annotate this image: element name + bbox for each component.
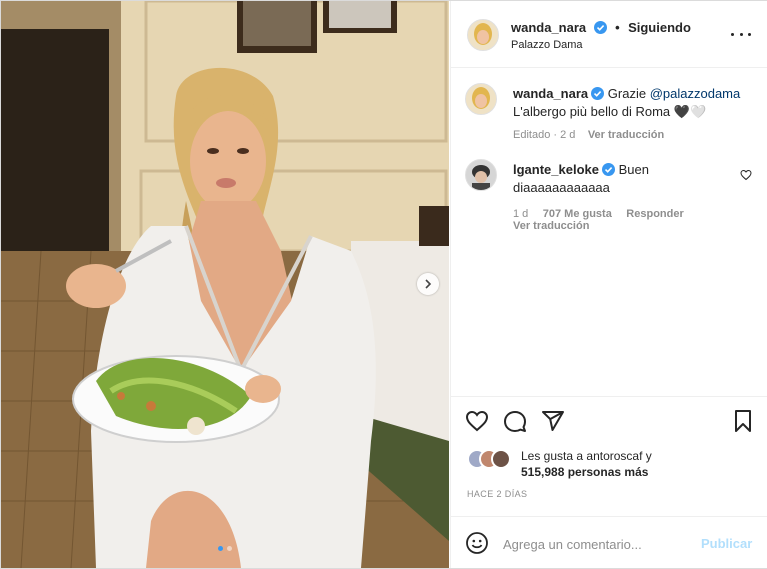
carousel-indicator bbox=[1, 546, 449, 551]
comment-input[interactable] bbox=[501, 533, 695, 555]
heart-icon[interactable] bbox=[465, 409, 489, 433]
caption-mention[interactable]: @palazzodama bbox=[650, 86, 741, 101]
post-location[interactable]: Palazzo Dama bbox=[511, 39, 583, 51]
post-timestamp[interactable]: HACE 2 DÍAS bbox=[467, 489, 527, 499]
likes-count[interactable]: 515,988 personas más bbox=[521, 465, 648, 479]
bookmark-icon[interactable] bbox=[731, 409, 755, 433]
comment-time: 1 d bbox=[513, 208, 529, 220]
caption-translate-link[interactable]: Ver traducción bbox=[588, 129, 664, 141]
verified-icon bbox=[593, 21, 607, 34]
comment-text: lgante_keloke Buen diaaaaaaaaaaaa bbox=[513, 161, 733, 197]
commenter-username[interactable]: lgante_keloke bbox=[513, 162, 599, 177]
more-icon bbox=[731, 32, 734, 36]
carousel-dot-1 bbox=[218, 546, 223, 551]
publish-button[interactable]: Publicar bbox=[701, 536, 752, 551]
next-slide-button[interactable] bbox=[417, 273, 439, 295]
caption-username[interactable]: wanda_nara bbox=[513, 86, 588, 101]
comment-likes[interactable]: 707 Me gusta bbox=[543, 208, 612, 220]
comment-icon[interactable] bbox=[503, 409, 527, 433]
share-icon[interactable] bbox=[541, 409, 565, 433]
avatar-image bbox=[468, 20, 498, 50]
caption-avatar[interactable] bbox=[465, 83, 497, 115]
header-separator: • bbox=[615, 20, 620, 35]
verified-icon bbox=[602, 163, 615, 176]
liker-username[interactable]: antoroscaf bbox=[586, 449, 642, 463]
comment-body-start: Buen bbox=[618, 162, 649, 177]
comment-translate-link[interactable]: Ver traducción bbox=[513, 220, 589, 232]
caption-edited-time: Editado · 2 d bbox=[513, 129, 576, 141]
post-header: wanda_nara • Siguiendo Palazzo Dama bbox=[451, 1, 767, 68]
caption-line2: L'albergo più bello di Roma bbox=[513, 104, 671, 119]
comment-body-line2: diaaaaaaaaaaaa bbox=[513, 180, 610, 195]
caption-text: wanda_nara Grazie @palazzodama L'albergo… bbox=[513, 85, 753, 121]
liker-avatars bbox=[467, 449, 517, 469]
post-dialog: wanda_nara • Siguiendo Palazzo Dama wand… bbox=[0, 0, 767, 569]
caption-body: Grazie bbox=[607, 86, 647, 101]
likes-text: Les gusta a antoroscaf y 515,988 persona… bbox=[521, 449, 652, 479]
caption-emojis: 🖤🤍 bbox=[673, 104, 707, 119]
carousel-dot-2 bbox=[227, 546, 232, 551]
more-options-button[interactable] bbox=[731, 27, 751, 41]
verified-icon bbox=[591, 87, 605, 100]
author-avatar[interactable] bbox=[467, 19, 499, 51]
commenter-avatar[interactable] bbox=[465, 159, 497, 191]
post-side-panel: wanda_nara • Siguiendo Palazzo Dama wand… bbox=[450, 1, 767, 568]
author-username[interactable]: wanda_nara bbox=[511, 20, 586, 35]
comment-like-button[interactable] bbox=[740, 169, 752, 181]
chevron-right-icon bbox=[425, 279, 432, 289]
comment-composer: Publicar bbox=[451, 516, 767, 569]
following-button[interactable]: Siguiendo bbox=[628, 20, 691, 35]
emoji-icon[interactable] bbox=[465, 531, 489, 555]
post-photo[interactable] bbox=[1, 1, 449, 568]
liker-avatar bbox=[491, 449, 511, 469]
reply-button[interactable]: Responder bbox=[626, 208, 683, 220]
photo-illustration bbox=[1, 1, 449, 568]
